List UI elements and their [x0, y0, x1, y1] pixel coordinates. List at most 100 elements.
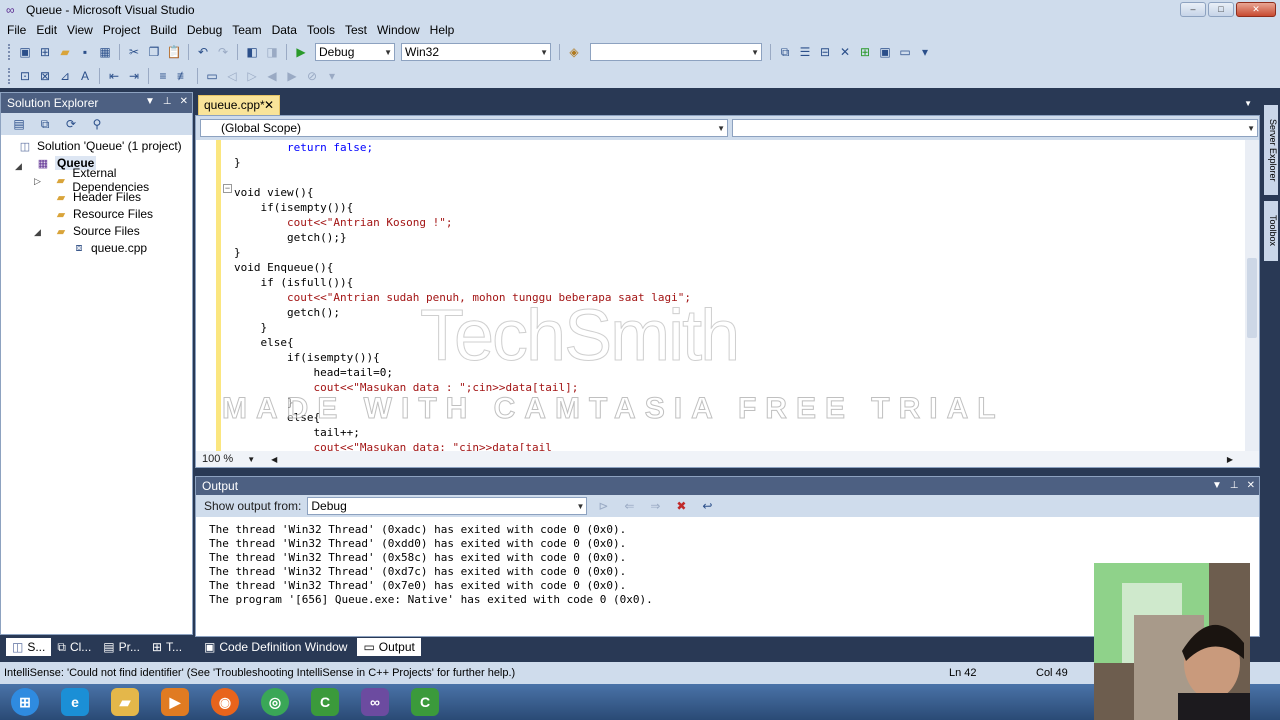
properties-icon[interactable]: ▤	[10, 115, 28, 133]
open-file-icon[interactable]: ▰	[56, 43, 74, 61]
toolbox-tab[interactable]: Toolbox	[1264, 201, 1278, 261]
display-word-completion-icon[interactable]: A	[76, 67, 94, 85]
menu-test[interactable]: Test	[340, 23, 372, 37]
copy-icon[interactable]: ❐	[145, 43, 163, 61]
redo-icon[interactable]: ↷	[214, 43, 232, 61]
menu-window[interactable]: Window	[372, 23, 425, 37]
menu-help[interactable]: Help	[425, 23, 460, 37]
toolbar-options-icon[interactable]: ▾	[323, 67, 341, 85]
taskbar-media-player[interactable]: ▶	[150, 684, 200, 720]
start-debugging-icon[interactable]: ▶	[292, 43, 310, 61]
tree-item-header-files[interactable]: ▰ Header Files	[53, 189, 141, 205]
maximize-button[interactable]: □	[1208, 2, 1234, 17]
clear-all-icon[interactable]: ✖	[672, 497, 690, 515]
clear-bookmarks-icon[interactable]: ⊘	[303, 67, 321, 85]
tab-solution-explorer[interactable]: ◫ S...	[6, 638, 52, 656]
taskbar-chrome[interactable]: ◎	[250, 684, 300, 720]
solution-platform-select[interactable]: Win32 ▼	[401, 43, 551, 61]
display-parameter-info-icon[interactable]: ⊠	[36, 67, 54, 85]
other-windows-icon[interactable]: ▭	[896, 43, 914, 61]
taskbar-visual-studio[interactable]: ∞	[350, 684, 400, 720]
comment-out-icon[interactable]: ≡	[154, 67, 172, 85]
properties-window-icon[interactable]: ☰	[796, 43, 814, 61]
menu-view[interactable]: View	[62, 23, 98, 37]
zoom-level[interactable]: 100 %	[202, 453, 233, 465]
tab-list-dropdown-icon[interactable]: ▼	[1244, 99, 1252, 108]
increase-indent-icon[interactable]: ⇥	[125, 67, 143, 85]
previous-bookmark-icon[interactable]: ◁	[223, 67, 241, 85]
close-window-button[interactable]: ✕	[1236, 2, 1276, 17]
scrollbar-thumb[interactable]	[1247, 258, 1257, 338]
taskbar-firefox[interactable]: ◉	[200, 684, 250, 720]
toggle-word-wrap-icon[interactable]: ↩	[698, 497, 716, 515]
auto-hide-pin-icon[interactable]: ⊥	[163, 96, 172, 107]
solution-configuration-select[interactable]: Debug ▼	[315, 43, 395, 61]
taskbar-camtasia[interactable]: C	[300, 684, 350, 720]
window-position-icon[interactable]: ▼	[1212, 480, 1222, 491]
tab-output[interactable]: ▭ Output	[357, 638, 421, 656]
show-all-files-icon[interactable]: ⧉	[36, 115, 54, 133]
find-message-in-code-icon[interactable]: ⊳	[594, 497, 612, 515]
tab-queue-cpp[interactable]: queue.cpp* ✕	[198, 95, 280, 115]
close-panel-icon[interactable]: ✕	[1247, 480, 1255, 491]
start-button[interactable]: ⊞	[0, 684, 50, 720]
menu-tools[interactable]: Tools	[302, 23, 340, 37]
extension-manager-icon[interactable]: ▣	[876, 43, 894, 61]
toolbar-grip[interactable]	[8, 68, 11, 84]
find-combo[interactable]: ▼	[590, 43, 762, 61]
collapse-icon[interactable]: −	[223, 184, 232, 193]
toolbox-icon[interactable]: ✕	[836, 43, 854, 61]
paste-icon[interactable]: 📋	[165, 43, 183, 61]
class-view-icon[interactable]: ⚲	[88, 115, 106, 133]
toggle-bookmark-icon[interactable]: ▭	[203, 67, 221, 85]
tree-item-source-files[interactable]: ▰ Source Files	[53, 223, 140, 239]
server-explorer-tab[interactable]: Server Explorer	[1264, 105, 1278, 195]
tab-team-explorer[interactable]: ⊞ T...	[146, 638, 188, 656]
previous-bookmark-folder-icon[interactable]: ◀	[263, 67, 281, 85]
solution-explorer-icon[interactable]: ⧉	[776, 43, 794, 61]
object-browser-icon[interactable]: ⊟	[816, 43, 834, 61]
save-all-icon[interactable]: ▦	[96, 43, 114, 61]
menu-build[interactable]: Build	[145, 23, 182, 37]
add-item-icon[interactable]: ⊞	[36, 43, 54, 61]
close-tab-icon[interactable]: ✕	[264, 96, 274, 115]
find-in-files-icon[interactable]: ◈	[565, 43, 583, 61]
refresh-icon[interactable]: ⟳	[62, 115, 80, 133]
minimize-button[interactable]: –	[1180, 2, 1206, 17]
menu-team[interactable]: Team	[227, 23, 266, 37]
menu-edit[interactable]: Edit	[31, 23, 62, 37]
navigate-backward-icon[interactable]: ◧	[243, 43, 261, 61]
tree-item-external-dependencies[interactable]: ▰ External Dependencies	[53, 166, 192, 194]
next-bookmark-folder-icon[interactable]: ▶	[283, 67, 301, 85]
uncomment-icon[interactable]: ≢	[174, 67, 192, 85]
tab-property-manager[interactable]: ▤ Pr...	[97, 638, 146, 656]
navigate-forward-icon[interactable]: ◨	[263, 43, 281, 61]
window-position-icon[interactable]: ▼	[145, 96, 155, 107]
go-to-next-message-icon[interactable]: ⇒	[646, 497, 664, 515]
undo-icon[interactable]: ↶	[194, 43, 212, 61]
display-object-member-list-icon[interactable]: ⊡	[16, 67, 34, 85]
toolbar-grip[interactable]	[8, 44, 11, 60]
expand-arrow-icon[interactable]: ▷	[34, 176, 41, 187]
menu-data[interactable]: Data	[267, 23, 302, 37]
new-project-icon[interactable]: ▣	[16, 43, 34, 61]
taskbar-camtasia-recorder[interactable]: C	[400, 684, 450, 720]
next-bookmark-icon[interactable]: ▷	[243, 67, 261, 85]
scroll-right-icon[interactable]: ▶	[1227, 455, 1233, 464]
auto-hide-pin-icon[interactable]: ⊥	[1230, 480, 1239, 491]
toolbar-options-icon[interactable]: ▾	[916, 43, 934, 61]
expand-arrow-icon[interactable]: ◢	[34, 227, 41, 238]
go-to-previous-message-icon[interactable]: ⇐	[620, 497, 638, 515]
scroll-left-icon[interactable]: ◀	[271, 455, 277, 464]
menu-file[interactable]: File	[2, 23, 31, 37]
expand-arrow-icon[interactable]: ◢	[15, 161, 22, 172]
tree-item-solution[interactable]: ◫ Solution 'Queue' (1 project)	[17, 138, 182, 154]
menu-project[interactable]: Project	[98, 23, 145, 37]
taskbar-internet-explorer[interactable]: e	[50, 684, 100, 720]
menu-debug[interactable]: Debug	[182, 23, 227, 37]
editor-vertical-scrollbar[interactable]	[1245, 140, 1259, 452]
taskbar-file-explorer[interactable]: ▰	[100, 684, 150, 720]
start-page-icon[interactable]: ⊞	[856, 43, 874, 61]
cut-icon[interactable]: ✂	[125, 43, 143, 61]
tab-class-view[interactable]: ⧉ Cl...	[51, 638, 97, 656]
